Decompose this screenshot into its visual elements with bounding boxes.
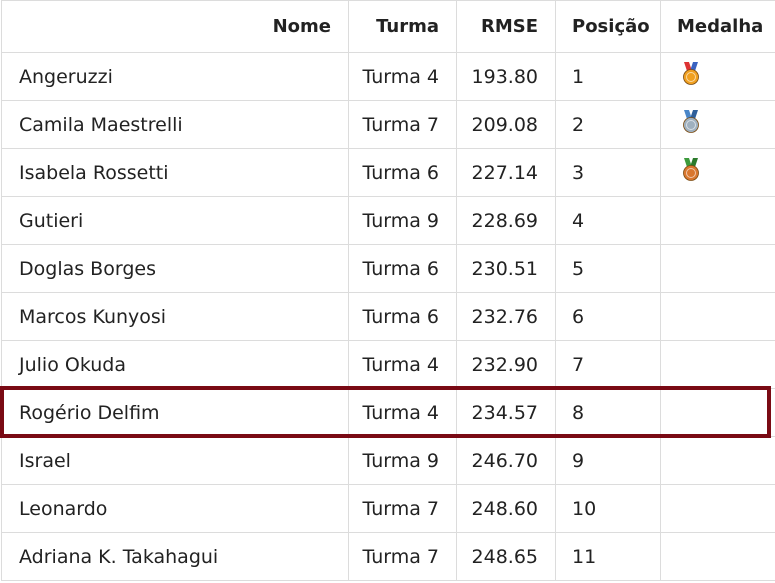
cell-rmse: 232.90 — [456, 340, 556, 389]
cell-turma: Turma 6 — [348, 148, 457, 197]
cell-posicao: 1 — [555, 52, 661, 101]
cell-rmse: 248.60 — [456, 484, 556, 533]
cell-rmse: 209.08 — [456, 100, 556, 149]
header-row: Nome Turma RMSE Posição Medalha — [1, 0, 775, 53]
table-row: Julio Okuda Turma 4 232.90 7 — [1, 340, 775, 389]
cell-turma: Turma 9 — [348, 436, 457, 485]
cell-rmse: 193.80 — [456, 52, 556, 101]
cell-turma: Turma 4 — [348, 340, 457, 389]
cell-turma: Turma 7 — [348, 484, 457, 533]
cell-nome: Marcos Kunyosi — [1, 292, 349, 341]
cell-nome: Gutieri — [1, 196, 349, 245]
table-row: Adriana K. Takahagui Turma 7 248.65 11 — [1, 532, 775, 581]
cell-rmse: 230.51 — [456, 244, 556, 293]
cell-medalha — [660, 484, 775, 533]
cell-rmse: 248.65 — [456, 532, 556, 581]
bronze-medal-icon — [681, 158, 701, 187]
cell-medalha — [660, 388, 775, 437]
cell-turma: Turma 4 — [348, 52, 457, 101]
cell-nome: Adriana K. Takahagui — [1, 532, 349, 581]
cell-rmse: 232.76 — [456, 292, 556, 341]
cell-nome: Israel — [1, 436, 349, 485]
header-rmse: RMSE — [456, 0, 556, 53]
cell-medalha — [660, 244, 775, 293]
table-row: Angeruzzi Turma 4 193.80 1 — [1, 52, 775, 101]
table-row: Israel Turma 9 246.70 9 — [1, 436, 775, 485]
cell-medalha — [660, 100, 775, 149]
table-row: Gutieri Turma 9 228.69 4 — [1, 196, 775, 245]
table-row: Rogério Delfim Turma 4 234.57 8 — [1, 388, 775, 437]
cell-rmse: 234.57 — [456, 388, 556, 437]
cell-turma: Turma 6 — [348, 292, 457, 341]
cell-nome: Julio Okuda — [1, 340, 349, 389]
cell-posicao: 11 — [555, 532, 661, 581]
cell-nome: Rogério Delfim — [1, 388, 349, 437]
table-row: Camila Maestrelli Turma 7 209.08 2 — [1, 100, 775, 149]
cell-medalha — [660, 148, 775, 197]
leaderboard-table: Nome Turma RMSE Posição Medalha Angeruzz… — [1, 0, 775, 581]
cell-rmse: 228.69 — [456, 196, 556, 245]
header-turma: Turma — [348, 0, 457, 53]
cell-posicao: 3 — [555, 148, 661, 197]
gold-medal-icon — [681, 62, 701, 91]
cell-turma: Turma 7 — [348, 532, 457, 581]
cell-medalha — [660, 52, 775, 101]
table-row: Isabela Rossetti Turma 6 227.14 3 — [1, 148, 775, 197]
cell-medalha — [660, 340, 775, 389]
cell-nome: Camila Maestrelli — [1, 100, 349, 149]
cell-medalha — [660, 196, 775, 245]
cell-nome: Angeruzzi — [1, 52, 349, 101]
leaderboard: Nome Turma RMSE Posição Medalha Angeruzz… — [0, 0, 775, 583]
table-row: Doglas Borges Turma 6 230.51 5 — [1, 244, 775, 293]
cell-posicao: 9 — [555, 436, 661, 485]
table-row: Leonardo Turma 7 248.60 10 — [1, 484, 775, 533]
cell-medalha — [660, 436, 775, 485]
cell-posicao: 10 — [555, 484, 661, 533]
cell-posicao: 6 — [555, 292, 661, 341]
cell-posicao: 7 — [555, 340, 661, 389]
table-row: Marcos Kunyosi Turma 6 232.76 6 — [1, 292, 775, 341]
cell-rmse: 227.14 — [456, 148, 556, 197]
cell-nome: Leonardo — [1, 484, 349, 533]
cell-turma: Turma 6 — [348, 244, 457, 293]
cell-medalha — [660, 532, 775, 581]
header-nome: Nome — [1, 0, 349, 53]
header-posicao: Posição — [555, 0, 661, 53]
cell-turma: Turma 4 — [348, 388, 457, 437]
cell-nome: Isabela Rossetti — [1, 148, 349, 197]
cell-posicao: 5 — [555, 244, 661, 293]
cell-nome: Doglas Borges — [1, 244, 349, 293]
cell-turma: Turma 7 — [348, 100, 457, 149]
header-medalha: Medalha — [660, 0, 775, 53]
cell-medalha — [660, 292, 775, 341]
cell-posicao: 2 — [555, 100, 661, 149]
cell-posicao: 8 — [555, 388, 661, 437]
silver-medal-icon — [681, 110, 701, 139]
cell-rmse: 246.70 — [456, 436, 556, 485]
cell-turma: Turma 9 — [348, 196, 457, 245]
cell-posicao: 4 — [555, 196, 661, 245]
